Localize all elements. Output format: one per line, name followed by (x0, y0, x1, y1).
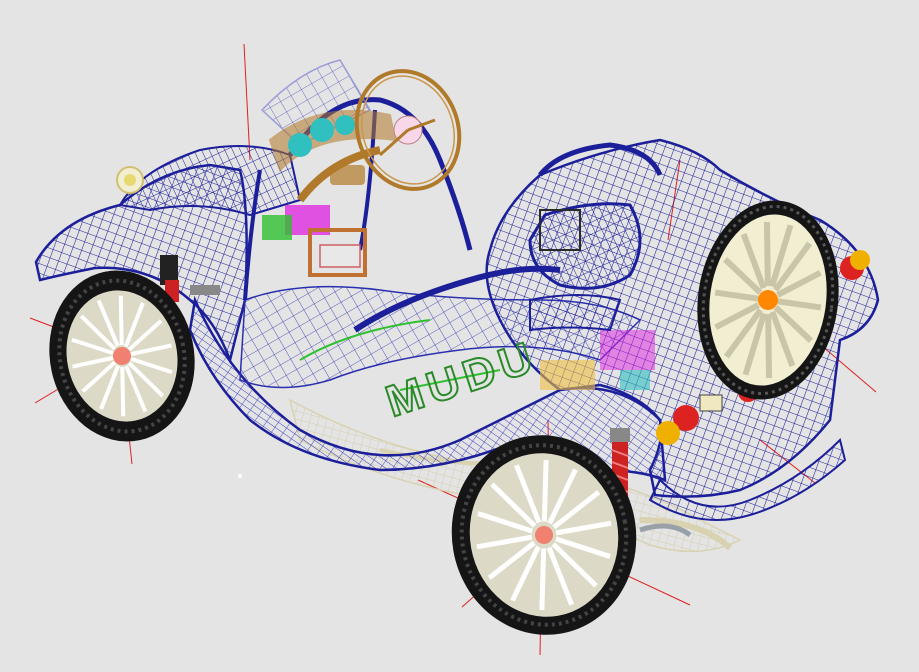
vertex-dot (238, 474, 242, 478)
3d-viewport[interactable]: MUDU (0, 0, 919, 672)
wireframe-car-model[interactable]: MUDU (0, 0, 919, 672)
